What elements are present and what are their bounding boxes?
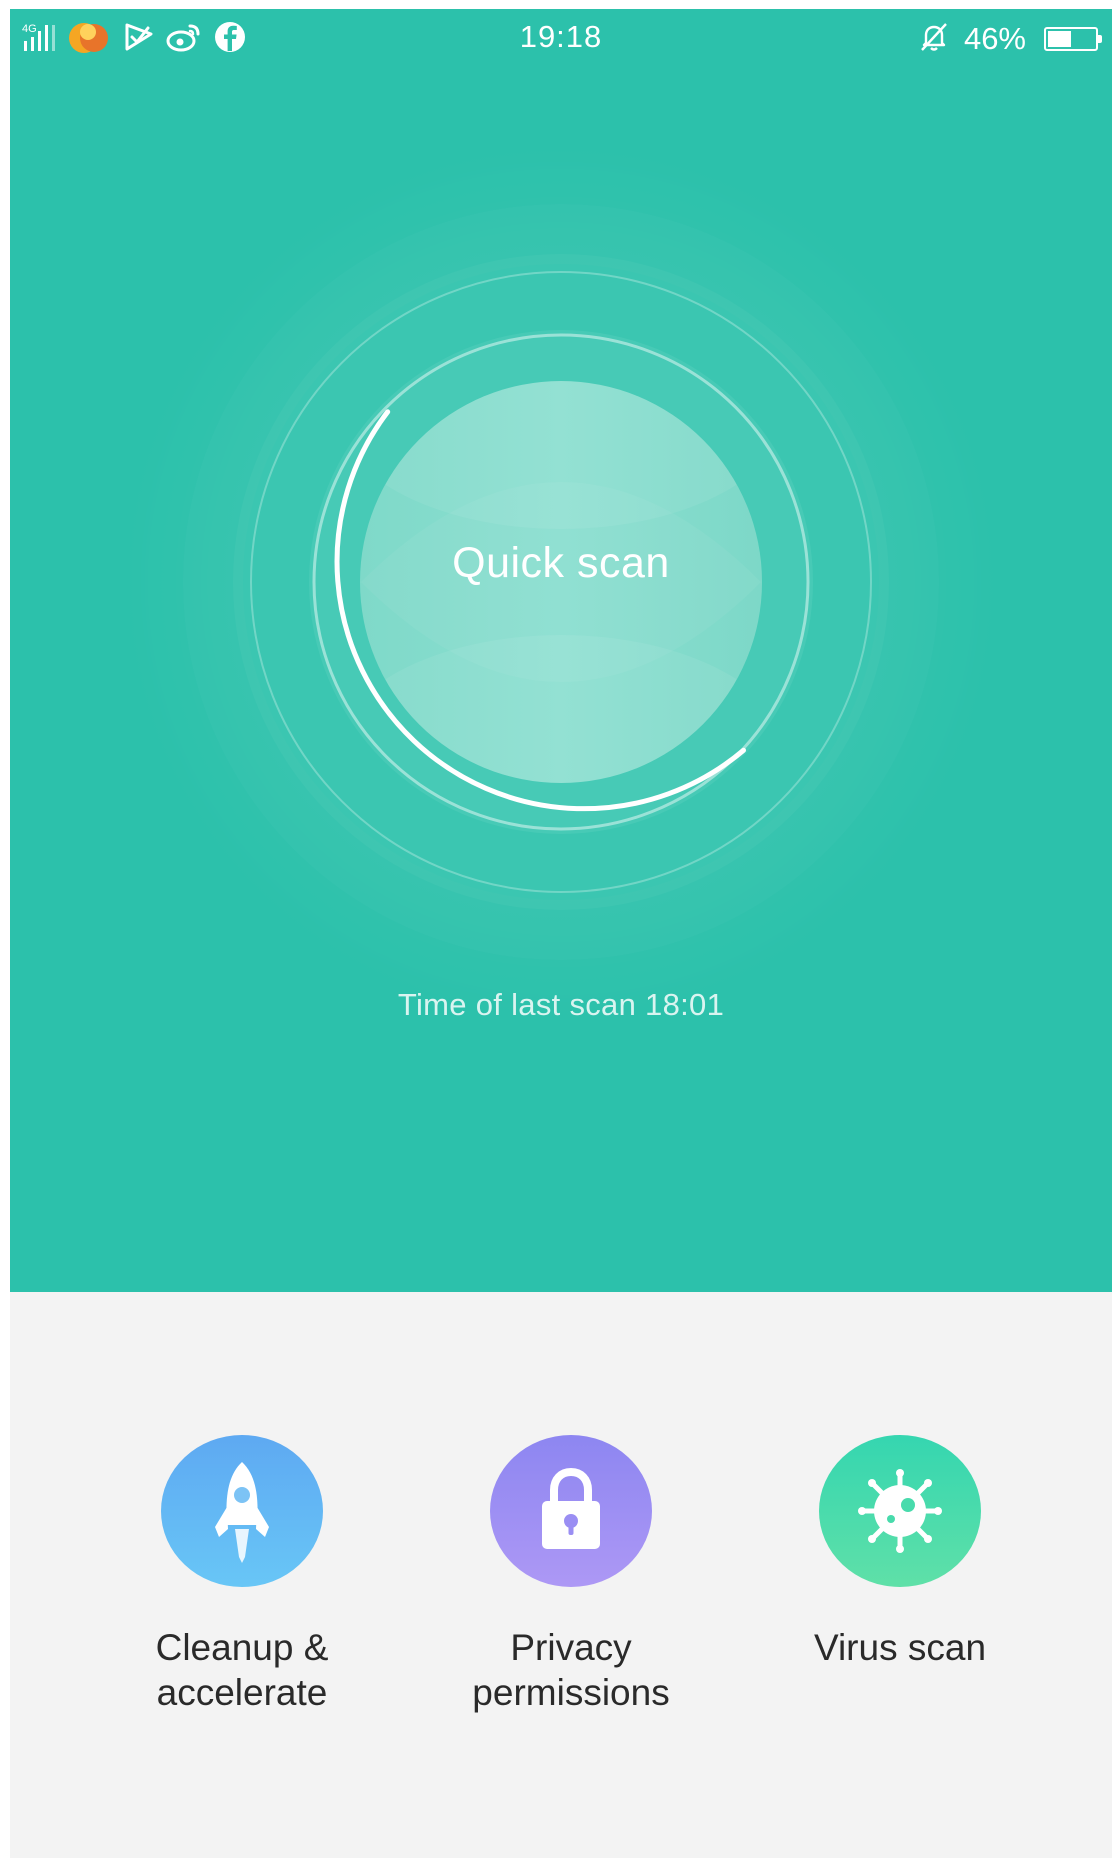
rocket-icon [215,1462,269,1563]
privacy-icon-circle [490,1435,652,1587]
virus-icon [858,1469,942,1553]
lock-icon [542,1467,600,1549]
cleanup-icon-circle [161,1435,323,1587]
privacy-permissions-button[interactable]: Privacy permissions [421,1435,721,1715]
cleanup-accelerate-button[interactable]: Cleanup & accelerate [92,1435,392,1715]
virus-icon-circle [819,1435,981,1587]
virus-scan-label: Virus scan [813,1627,987,1668]
quick-scan-label[interactable]: Quick scan [361,539,761,588]
cleanup-label: Cleanup & accelerate [155,1627,329,1713]
last-scan-time: Time of last scan 18:01 [397,987,725,1022]
privacy-label: Privacy permissions [472,1627,670,1713]
scan-panel: 4G 19:18 46% Quick scan Time of last sca… [10,9,1112,1292]
screen: 4G 19:18 46% Quick scan Time of last sca… [10,9,1112,1858]
scan-dial [121,142,1001,1022]
virus-scan-button[interactable]: Virus scan [750,1435,1050,1670]
